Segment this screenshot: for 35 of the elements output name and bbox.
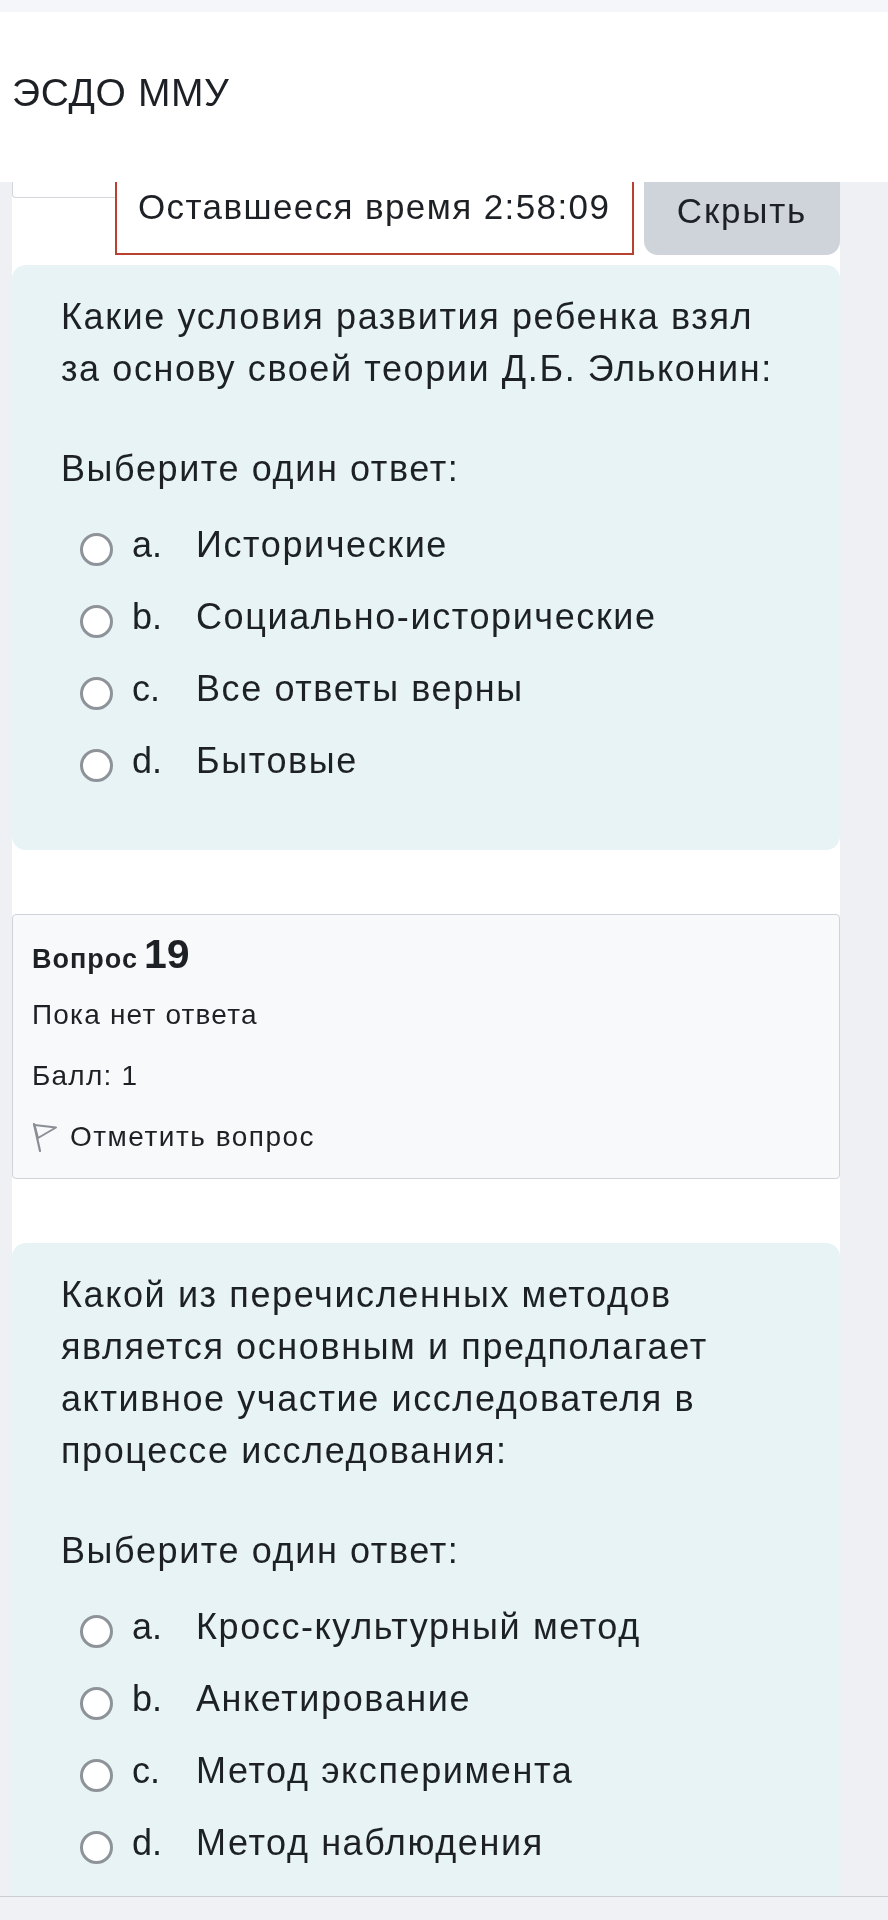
radio-button[interactable] — [80, 1758, 113, 1792]
option-text[interactable]: Метод наблюдения — [196, 1821, 544, 1865]
option-letter: d. — [132, 739, 164, 783]
option-text[interactable]: Исторические — [196, 523, 448, 567]
site-title: ЭСДО ММУ — [12, 70, 230, 116]
radio-button[interactable] — [80, 532, 113, 566]
answer-prompt: Выберите один ответ: — [61, 1529, 461, 1573]
radio-button[interactable] — [80, 1830, 113, 1864]
option-text[interactable]: Метод эксперимента — [196, 1749, 574, 1793]
question-text: Какой из перечисленных методов является основным и предполагает активное участие исследователя в процессе исследования: — [61, 1273, 709, 1473]
flag-question-link[interactable]: Отметить вопрос — [32, 1113, 316, 1161]
hide-button[interactable]: Скрыть — [644, 182, 840, 255]
radio-button[interactable] — [80, 748, 113, 782]
option-letter: b. — [132, 595, 164, 639]
option-text[interactable]: Социально-исторические — [196, 595, 657, 639]
answer-prompt: Выберите один ответ: — [61, 447, 461, 491]
question-text: Какие условия развития ребенка взял за основу своей теории Д.Б. Эльконин: — [61, 295, 774, 391]
option-text[interactable]: Кросс-культурный метод — [196, 1605, 641, 1649]
option-text[interactable]: Бытовые — [196, 739, 358, 783]
option-letter: c. — [132, 1749, 161, 1793]
question-grade: Балл: 1 — [32, 1059, 139, 1093]
option-text[interactable]: Все ответы верны — [196, 667, 524, 711]
radio-button[interactable] — [80, 604, 113, 638]
option-letter: c. — [132, 667, 161, 711]
answer-status: Пока нет ответа — [32, 998, 258, 1032]
time-remaining: Оставшееся время 2:58:09 — [115, 182, 634, 255]
radio-button[interactable] — [80, 676, 113, 710]
question-heading: Вопрос 19 — [32, 930, 190, 978]
option-letter: d. — [132, 1821, 164, 1865]
radio-button[interactable] — [80, 1614, 113, 1648]
option-letter: a. — [132, 1605, 164, 1649]
option-text[interactable]: Анкетирование — [196, 1677, 472, 1721]
radio-button[interactable] — [80, 1686, 113, 1720]
option-letter: b. — [132, 1677, 164, 1721]
option-letter: a. — [132, 523, 164, 567]
